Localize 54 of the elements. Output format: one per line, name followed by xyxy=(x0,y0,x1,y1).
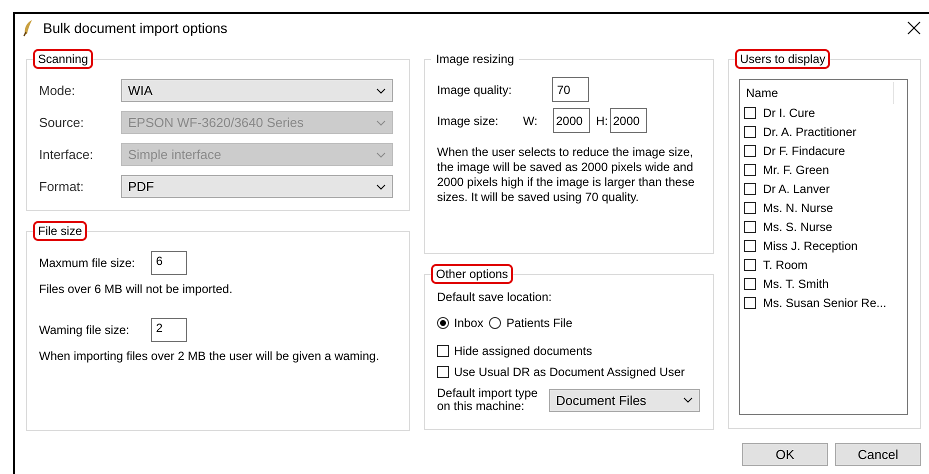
field-label: Mode: xyxy=(39,83,76,98)
checkbox[interactable]: Dr. A. Practitioner xyxy=(744,125,907,139)
checkbox[interactable]: Dr A. Lanver xyxy=(744,182,907,196)
field-label: W: xyxy=(523,114,538,128)
input-field[interactable]: 2 xyxy=(151,318,187,342)
group-title: File size xyxy=(33,221,88,241)
checkbox[interactable]: Mr. F. Green xyxy=(744,163,907,177)
input-field[interactable]: 6 xyxy=(151,251,187,275)
group-title: Other options xyxy=(431,264,514,284)
field-label: Default save location: xyxy=(437,290,553,304)
dropdown[interactable]: Document Files xyxy=(549,388,700,412)
field-label: Format: xyxy=(39,179,85,194)
info-text: Files over 6 MB will not be imported. xyxy=(39,282,234,296)
group-title: Image resizing xyxy=(435,51,516,68)
dialog-button[interactable]: OK xyxy=(742,443,828,466)
checkbox[interactable]: Use Usual DR as Document Assigned User xyxy=(437,365,701,379)
checkbox[interactable]: Ms. N. Nurse xyxy=(744,201,907,215)
field-label: Default import type on this machine: xyxy=(437,387,539,413)
field-label: Image quality: xyxy=(437,82,513,96)
column-header[interactable]: Name xyxy=(744,82,894,104)
field-label: Source: xyxy=(39,115,85,130)
checkbox[interactable]: Ms. T. Smith xyxy=(744,277,907,291)
caret-icon xyxy=(376,184,386,190)
dropdown[interactable]: WIA xyxy=(121,79,393,102)
dialog-button[interactable]: Cancel xyxy=(835,443,921,466)
field-label: Waming file size: xyxy=(39,323,130,337)
info-text: When the user selects to reduce the image size, the image will be saved as 2000 pixels wide and 2000 pixels high if the image is larger than these sizes. It will be saved using 70 quality. xyxy=(437,145,696,205)
group-title: Scanning xyxy=(33,49,94,69)
info-text: When importing files over 2 MB the user will be given a waming. xyxy=(39,349,380,363)
caret-icon xyxy=(376,152,386,158)
input-field[interactable]: 70 xyxy=(552,77,589,102)
input-field[interactable]: 2000 xyxy=(610,108,647,133)
checkbox[interactable]: Dr F. Findacure xyxy=(744,144,907,158)
caret-icon xyxy=(376,120,386,126)
input-field[interactable]: 2000 xyxy=(553,108,590,133)
checkbox[interactable]: T. Room xyxy=(744,258,907,272)
caret-icon xyxy=(376,88,386,94)
checkbox[interactable]: Ms. Susan Senior Re... xyxy=(744,296,907,310)
checkbox[interactable]: Hide assigned documents xyxy=(437,344,701,358)
dropdown[interactable]: PDF xyxy=(121,175,393,198)
field-label: Interface: xyxy=(39,147,94,162)
caret-icon xyxy=(683,397,693,403)
radio-button[interactable]: Patients File xyxy=(489,316,572,330)
checkbox[interactable]: Dr I. Cure xyxy=(744,106,907,120)
group-title: Users to display xyxy=(735,49,830,69)
close-icon[interactable] xyxy=(907,21,921,35)
window-title: Bulk document import options xyxy=(43,20,228,36)
field-label: H: xyxy=(596,114,608,128)
checkbox[interactable]: Miss J. Reception xyxy=(744,239,907,253)
checkbox[interactable]: Ms. S. Nurse xyxy=(744,220,907,234)
radio-button[interactable]: Inbox xyxy=(437,316,484,330)
field-label: Maxmum file size: xyxy=(39,256,136,270)
feather-icon xyxy=(21,19,35,37)
field-label: Image size: xyxy=(437,114,500,128)
